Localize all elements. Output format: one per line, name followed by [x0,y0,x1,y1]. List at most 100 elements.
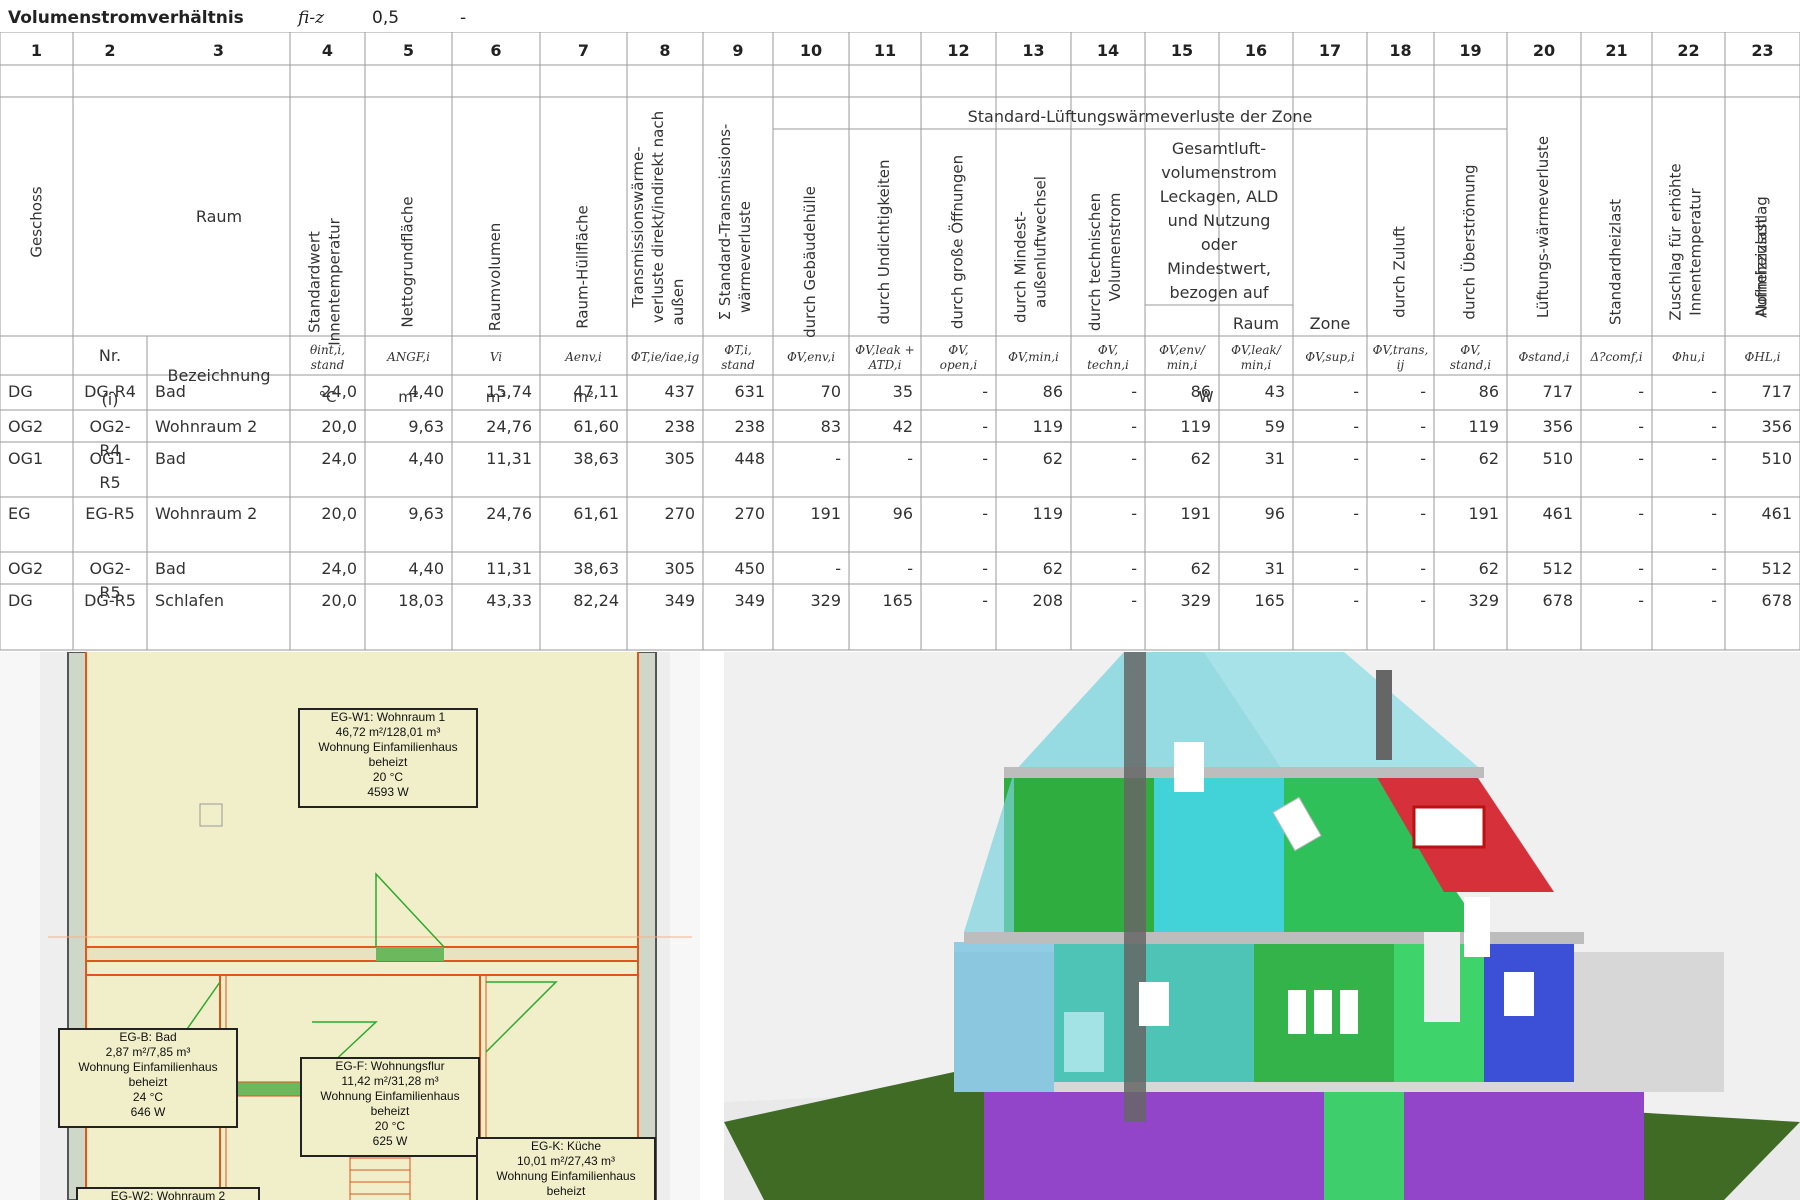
floor-plan-view[interactable]: EG-W1: Wohnraum 1 46,72 m²/128,01 m³ Wohn… [0,652,700,1200]
table-cell: 15,74 [486,382,532,401]
table-cell: 165 [882,591,913,610]
header-technisch-1: durch technischen [1086,193,1104,331]
table-cell: - [982,591,988,610]
table-cell: 24,0 [321,559,357,578]
header-standardheizlast: Standardheizlast [1607,199,1625,325]
table-cell: 191 [1180,504,1211,523]
symbol-label: ΦV, [1460,343,1480,357]
table-cell: - [1711,559,1717,578]
table-cell: 62 [1043,449,1063,468]
table-cell: - [1638,417,1644,436]
table-cell: 62 [1479,449,1499,468]
table-cell: 4,40 [408,559,444,578]
symbol-label: techn,i [1087,358,1129,372]
symbol-label: Φstand,i [1518,350,1569,364]
table-cell: 86 [1043,382,1063,401]
symbol-label: θint,i, [310,343,345,357]
table-cell: 329 [1180,591,1211,610]
table-cell: - [1638,559,1644,578]
table-cell: 512 [1761,559,1792,578]
symbol-label: ΦHL,i [1745,350,1781,364]
table-cell: - [1638,504,1644,523]
header-technisch-2: Volumenstrom [1106,193,1124,302]
header-gesamt-line: bezogen auf [1170,283,1269,302]
table-cell: 9,63 [408,417,444,436]
building-3d-view[interactable] [724,652,1800,1200]
table-cell: 461 [1761,504,1792,523]
column-number: 9 [732,41,743,60]
symbol-label: min,i [1167,358,1198,372]
table-cell: 62 [1191,449,1211,468]
table-cell: - [1131,417,1137,436]
table-cell: 238 [734,417,765,436]
table-cell: 61,61 [573,504,619,523]
symbol-label: ΦV, [1098,343,1118,357]
table-cell-nr: OG1- [90,449,131,468]
table-cell: 62 [1191,559,1211,578]
table-cell: 165 [1254,591,1285,610]
symbol-label: ΦV,sup,i [1305,350,1355,364]
table-cell: 678 [1542,591,1573,610]
table-cell: 24,76 [486,504,532,523]
table-cell: 678 [1761,591,1792,610]
header-gesamt-line: Leckagen, ALD [1160,187,1279,206]
table-cell: 70 [821,382,841,401]
header-gesamt-line: volumenstrom [1161,163,1277,182]
header-huellflaeche: Raum-Hüllfläche [574,205,592,329]
top-info-bar: Volumenstromverhältnis fi-z 0,5 - [0,0,1800,34]
table-cell: 18,03 [398,591,444,610]
symbol-label: ΦT,i, [724,343,752,357]
table-cell: - [907,449,913,468]
header-lueftung-group: Standard-Lüftungswärmeverluste der Zone [968,107,1313,126]
symbol-label: Δ?comf,i [1589,350,1642,364]
table-cell: 11,31 [486,559,532,578]
building-3d-model [724,652,1800,1200]
table-cell: 24,0 [321,449,357,468]
table-cell: - [1420,417,1426,436]
table-cell: - [1353,417,1359,436]
room-label-bad[interactable]: EG-B: Bad 2,87 m²/7,85 m³ Wohnung Einfami… [58,1028,238,1128]
table-cell: - [1131,382,1137,401]
table-cell-nr: DG-R5 [84,591,136,610]
room-label-w2[interactable]: EG-W2: Wohnraum 2 [76,1187,260,1200]
room-label-w1[interactable]: EG-W1: Wohnraum 1 46,72 m²/128,01 m³ Wohn… [298,708,478,808]
column-number: 20 [1533,41,1555,60]
table-cell: - [1353,504,1359,523]
header-raum-sub: Raum [1233,314,1279,333]
column-number: 22 [1677,41,1699,60]
table-cell: - [1353,591,1359,610]
table-cell: 62 [1043,559,1063,578]
table-cell: - [1131,591,1137,610]
table-cell: 96 [893,504,913,523]
symbol-label: ΦV,leak + [855,343,914,357]
symbol-label: ΦT,ie/iae,ig [631,350,700,364]
table-cell: 96 [1265,504,1285,523]
header-zone-sub: Zone [1310,314,1351,333]
table-cell: - [835,559,841,578]
room-label-kueche[interactable]: EG-K: Küche 10,01 m²/27,43 m³ Wohnung Ein… [476,1137,656,1200]
table-cell-geschoss: DG [8,591,33,610]
symbol-label: stand,i [1450,358,1491,372]
header-gesamt-line: Gesamtluft- [1172,139,1266,158]
table-cell: 62 [1479,559,1499,578]
header-undicht: durch Undichtigkeiten [875,159,893,324]
header-offnungen: durch große Öffnungen [948,155,967,329]
table-cell: - [982,382,988,401]
column-number: 12 [947,41,969,60]
table-cell-geschoss: EG [8,504,31,523]
header-sum-trans-1: Σ Standard-Transmissions- [716,124,734,321]
symbol-label: min,i [1241,358,1272,372]
table-cell: 4,40 [408,382,444,401]
volumenstrom-value[interactable]: 0,5 [372,8,399,28]
symbol-label: ΦV,min,i [1008,350,1059,364]
header-innentemp: Standardwert [306,231,324,333]
table-cell: 35 [893,382,913,401]
symbol-label: ΦV,env,i [787,350,835,364]
table-cell: 43 [1265,382,1285,401]
table-cell: 356 [1542,417,1573,436]
table-cell: 329 [810,591,841,610]
room-label-flur[interactable]: EG-F: Wohnungsflur 11,42 m²/31,28 m³ Wohn… [300,1057,480,1157]
table-cell-nr: DG-R4 [84,382,136,401]
column-number: 10 [800,41,822,60]
table-cell: 512 [1542,559,1573,578]
